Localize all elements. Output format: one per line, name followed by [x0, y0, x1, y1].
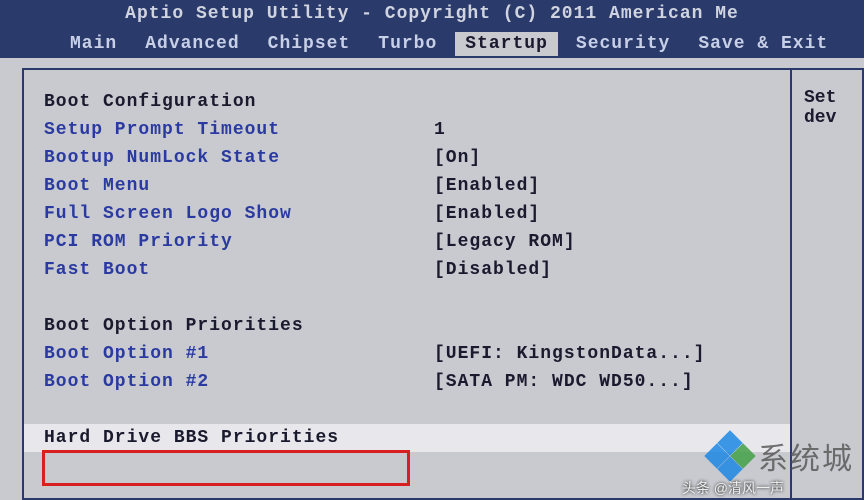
item-value: [SATA PM: WDC WD50...]	[434, 372, 694, 392]
tab-main[interactable]: Main	[60, 32, 127, 56]
item-fast-boot[interactable]: Fast Boot [Disabled]	[44, 256, 770, 284]
item-value: [Enabled]	[434, 176, 540, 196]
item-hard-drive-bbs-priorities[interactable]: Hard Drive BBS Priorities	[24, 424, 790, 452]
item-pci-rom-priority[interactable]: PCI ROM Priority [Legacy ROM]	[44, 228, 770, 256]
item-value: [UEFI: KingstonData...]	[434, 344, 705, 364]
item-label: Bootup NumLock State	[44, 148, 434, 168]
item-boot-menu[interactable]: Boot Menu [Enabled]	[44, 172, 770, 200]
bios-title: Aptio Setup Utility - Copyright (C) 2011…	[125, 4, 739, 24]
item-value: [On]	[434, 148, 481, 168]
bios-title-bar: Aptio Setup Utility - Copyright (C) 2011…	[0, 0, 864, 30]
item-boot-option-1[interactable]: Boot Option #1 [UEFI: KingstonData...]	[44, 340, 770, 368]
settings-panel: Boot Configuration Setup Prompt Timeout …	[22, 68, 792, 500]
help-panel: Set dev	[792, 68, 864, 500]
tab-advanced[interactable]: Advanced	[135, 32, 249, 56]
section-heading-boot-priorities: Boot Option Priorities	[44, 316, 434, 336]
item-label: Boot Option #1	[44, 344, 434, 364]
item-label: Hard Drive BBS Priorities	[44, 428, 434, 448]
help-text-line: dev	[804, 108, 850, 128]
item-label: Boot Option #2	[44, 372, 434, 392]
bios-main-area: Boot Configuration Setup Prompt Timeout …	[0, 58, 864, 500]
credit-text: 头条 @清风一声	[682, 478, 784, 498]
item-boot-option-2[interactable]: Boot Option #2 [SATA PM: WDC WD50...]	[44, 368, 770, 396]
item-label: Boot Menu	[44, 176, 434, 196]
tab-security[interactable]: Security	[566, 32, 680, 56]
help-text-line: Set	[804, 88, 850, 108]
item-bootup-numlock[interactable]: Bootup NumLock State [On]	[44, 144, 770, 172]
item-setup-prompt-timeout[interactable]: Setup Prompt Timeout 1	[44, 116, 770, 144]
item-value: [Legacy ROM]	[434, 232, 576, 252]
item-value: 1	[434, 120, 446, 140]
item-value: [Enabled]	[434, 204, 540, 224]
tab-turbo[interactable]: Turbo	[368, 32, 447, 56]
section-heading-boot-config: Boot Configuration	[44, 92, 434, 112]
item-label: Setup Prompt Timeout	[44, 120, 434, 140]
item-label: Full Screen Logo Show	[44, 204, 434, 224]
tab-chipset[interactable]: Chipset	[258, 32, 361, 56]
item-label: PCI ROM Priority	[44, 232, 434, 252]
annotation-highlight-box	[42, 450, 410, 486]
item-label: Fast Boot	[44, 260, 434, 280]
bios-tab-bar: Main Advanced Chipset Turbo Startup Secu…	[0, 30, 864, 58]
tab-save-exit[interactable]: Save & Exit	[688, 32, 838, 56]
item-full-screen-logo[interactable]: Full Screen Logo Show [Enabled]	[44, 200, 770, 228]
item-value: [Disabled]	[434, 260, 552, 280]
tab-startup[interactable]: Startup	[455, 32, 558, 56]
